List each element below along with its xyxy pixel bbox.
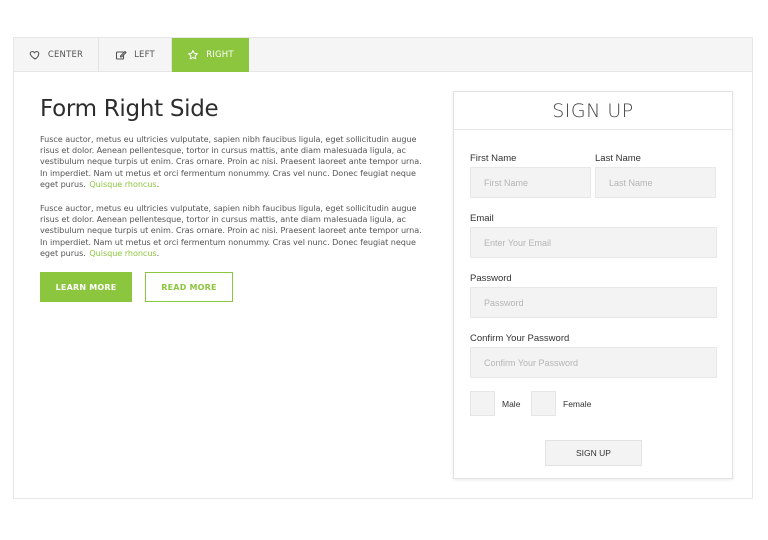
confirm-password-field[interactable] <box>470 347 717 378</box>
page-title: Form Right Side <box>40 96 219 122</box>
tab-center[interactable]: CENTER <box>14 38 99 72</box>
form-header: SIGN UP <box>454 92 732 130</box>
tab-left[interactable]: LEFT <box>99 38 172 72</box>
tab-center-label: CENTER <box>47 50 84 60</box>
tab-right[interactable]: RIGHT <box>172 38 249 72</box>
male-checkbox[interactable] <box>470 391 495 416</box>
quisque-rhoncus-link[interactable]: Quisque rhoncus <box>89 179 156 189</box>
last-name-label: Last Name <box>595 153 641 164</box>
tab-left-label: LEFT <box>134 50 155 60</box>
tab-bar: CENTER LEFT RIGHT <box>14 38 752 72</box>
paragraph: Fusce auctor, metus eu ultricies vulputa… <box>40 203 430 259</box>
male-label: Male <box>502 399 521 409</box>
first-name-field[interactable] <box>470 167 591 198</box>
form-title: SIGN UP <box>552 99 634 122</box>
tab-right-label: RIGHT <box>206 50 234 60</box>
last-name-field[interactable] <box>595 167 716 198</box>
star-icon <box>187 49 199 61</box>
content-column: Form Right Side Fusce auctor, metus eu u… <box>40 94 430 303</box>
email-label: Email <box>470 213 494 224</box>
female-checkbox[interactable] <box>531 391 556 416</box>
paragraph-suffix: . <box>156 247 160 258</box>
heart-icon <box>29 49 41 61</box>
content-frame: CENTER LEFT RIGHT Form Right Side Fusce … <box>13 37 753 499</box>
sign-up-button[interactable]: SIGN UP <box>545 440 642 466</box>
female-label: Female <box>563 399 592 409</box>
first-name-label: First Name <box>470 153 517 164</box>
learn-more-button[interactable]: LEARN MORE <box>40 272 132 303</box>
paragraph-suffix: . <box>156 178 160 189</box>
button-row: LEARN MORE READ MORE <box>40 272 430 303</box>
password-field[interactable] <box>470 287 717 318</box>
edit-icon <box>115 49 127 61</box>
read-more-button[interactable]: READ MORE <box>145 272 233 303</box>
quisque-rhoncus-link[interactable]: Quisque rhoncus <box>89 248 156 258</box>
password-label: Password <box>470 273 512 284</box>
signup-form: SIGN UP First Name Last Name Email Passw… <box>453 91 733 479</box>
paragraph: Fusce auctor, metus eu ultricies vulputa… <box>40 134 430 190</box>
email-field[interactable] <box>470 227 717 258</box>
confirm-password-label: Confirm Your Password <box>470 333 570 344</box>
